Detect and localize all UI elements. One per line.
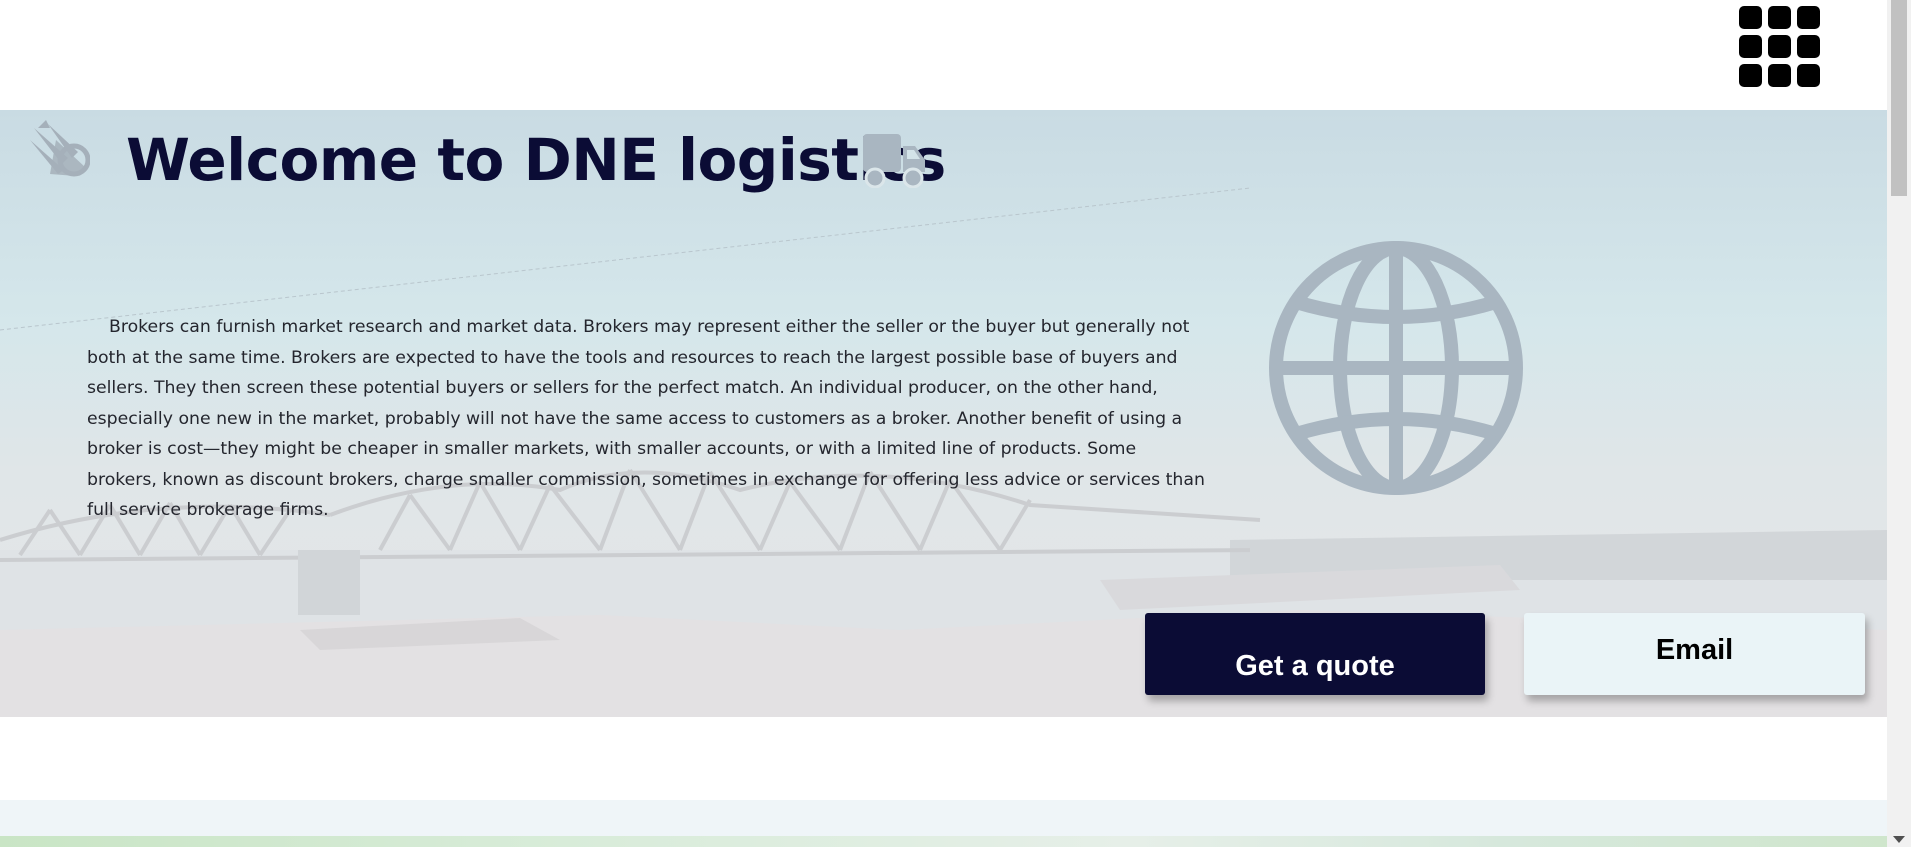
vertical-scrollbar[interactable]: [1887, 0, 1911, 847]
top-bar: [0, 0, 1887, 110]
grid-menu-icon[interactable]: [1739, 6, 1821, 88]
scrollbar-thumb[interactable]: [1891, 0, 1907, 196]
email-button[interactable]: Email: [1524, 613, 1865, 695]
next-section-image-strip: [0, 836, 1887, 847]
globe-icon: [1269, 241, 1523, 495]
truck-icon: [863, 134, 925, 188]
page-title: Welcome to DNE logistics: [126, 126, 946, 194]
next-section-band: [0, 800, 1887, 836]
intro-paragraph: Brokers can furnish market research and …: [87, 317, 1205, 520]
page: Welcome to DNE logistics Brokers can fur…: [0, 0, 1911, 847]
scroll-down-arrow-icon[interactable]: [1893, 836, 1905, 843]
hero-section: Welcome to DNE logistics Brokers can fur…: [0, 110, 1887, 717]
content-spacer: [0, 717, 1887, 800]
arrow-logo-icon: [30, 120, 90, 177]
get-a-quote-button[interactable]: Get a quote: [1145, 613, 1485, 695]
